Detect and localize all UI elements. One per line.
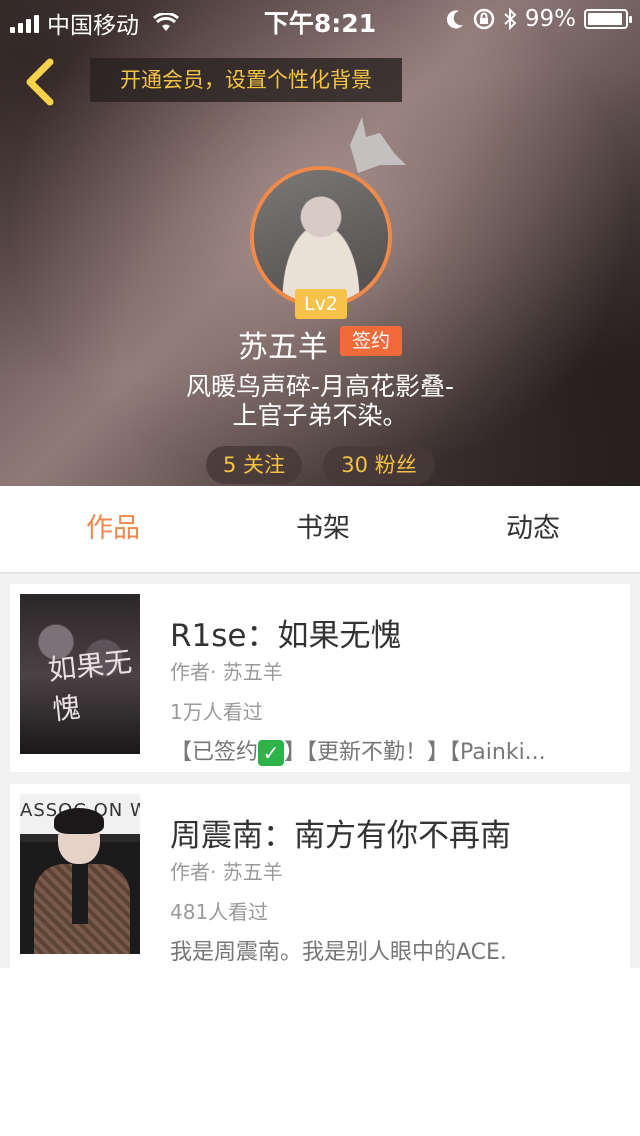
works-list: 如果无愧 R1se：如果无愧 作者· 苏五羊 1万人看过 【已签约 ✓ 】【更新不勤… [0, 574, 640, 972]
vip-background-banner[interactable]: 开通会员，设置个性化背景 [90, 58, 402, 102]
work-card[interactable]: ASSOC ON W 周震南：南方有你不再南 作者· 苏五羊 481人看过 我是… [10, 784, 630, 972]
tags-prefix: 【已签约 [170, 740, 259, 765]
tab-works[interactable]: 作品 [38, 486, 188, 572]
cover-title: 如果无愧 [46, 645, 134, 727]
work-author: 作者· 苏五羊 [170, 860, 283, 884]
username: 苏五羊 [238, 330, 328, 365]
battery-percent: 99% [524, 6, 576, 32]
moon-icon [446, 10, 463, 29]
bluetooth-icon [504, 8, 517, 30]
work-title: 周震南：南方有你不再南 [170, 818, 511, 854]
signed-badge: 签约 [340, 326, 402, 356]
back-chevron-icon[interactable] [20, 56, 60, 108]
work-description: 我是周震南。我是别人眼中的ACE. [170, 940, 507, 965]
rotation-lock-icon [473, 8, 495, 30]
work-card[interactable]: 如果无愧 R1se：如果无愧 作者· 苏五羊 1万人看过 【已签约 ✓ 】【更新不勤… [10, 584, 630, 772]
tab-bookshelf[interactable]: 书架 [248, 486, 398, 572]
level-badge: Lv2 [295, 289, 347, 319]
work-views: 1万人看过 [170, 700, 263, 724]
tab-activity[interactable]: 动态 [458, 486, 608, 572]
bio-line: 上官子弟不染。 [232, 401, 408, 430]
tags-suffix: 】【更新不勤！】【Painki... [284, 740, 546, 765]
work-title: R1se：如果无愧 [170, 618, 402, 654]
work-tags: 【已签约 ✓ 】【更新不勤！】【Painki... [170, 734, 616, 766]
status-bar: 中国移动 下午8:21 99% [0, 0, 640, 40]
profile-header: 中国移动 下午8:21 99% 开通会员，设置个性化背景 Lv2 苏五羊 签约 … [0, 0, 640, 486]
work-author: 作者· 苏五羊 [170, 660, 283, 684]
battery-icon [584, 9, 632, 29]
check-mark-icon: ✓ [258, 740, 285, 766]
fans-count-button[interactable]: 30 粉丝 [323, 446, 435, 484]
avatar[interactable] [250, 166, 392, 308]
work-views: 481人看过 [170, 900, 269, 924]
bio-line: 风暖鸟声碎-月高花影叠- [185, 372, 455, 401]
book-cover-image: 如果无愧 [20, 594, 140, 754]
profile-tabs: 作品 书架 动态 [0, 486, 640, 574]
user-bio: 风暖鸟声碎-月高花影叠- 上官子弟不染。 [0, 372, 640, 430]
following-count-button[interactable]: 5 关注 [206, 446, 302, 484]
book-cover-image: ASSOC ON W [20, 794, 140, 954]
